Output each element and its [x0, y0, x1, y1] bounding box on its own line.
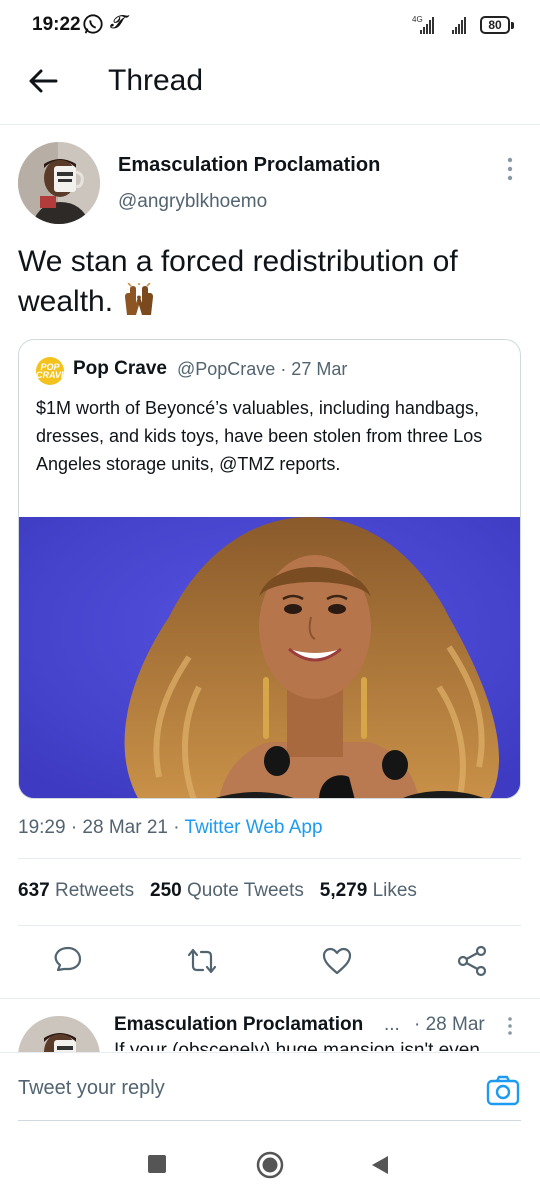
quote-tweets-count[interactable]: 250 — [150, 880, 182, 901]
quote-author-handle: @PopCrave · 27 Mar — [177, 359, 348, 379]
back-button[interactable] — [370, 1154, 390, 1176]
reply-icon[interactable] — [50, 944, 84, 978]
more-vertical-icon[interactable] — [500, 154, 520, 184]
quoted-tweet[interactable]: POP CRAVE Pop Crave @PopCrave · 27 Mar $1… — [18, 339, 521, 799]
avatar[interactable] — [18, 142, 100, 224]
quote-text: $1M worth of Beyoncé’s valuables, includ… — [36, 398, 483, 474]
status-time: 19:22 — [32, 14, 81, 35]
quote-author-name: Pop Crave — [73, 358, 167, 379]
tweet-body: We stan a forced redistribution of wealt… — [18, 245, 458, 318]
reply-date: · 28 Mar — [414, 1014, 485, 1035]
raised-hands-emoji — [125, 283, 154, 315]
tumblr-icon: 𝒯 — [110, 12, 124, 33]
quote-avatar[interactable]: POP CRAVE — [36, 357, 64, 385]
share-icon[interactable] — [455, 944, 489, 978]
whatsapp-icon — [83, 14, 103, 34]
reply-author-name[interactable]: Emasculation Proclamation — [114, 1014, 363, 1036]
retweets-label[interactable]: Retweets — [55, 880, 134, 901]
arrow-left-icon[interactable] — [26, 64, 60, 98]
reply-input[interactable]: Tweet your reply — [18, 1077, 165, 1100]
tweet-text: We stan a forced redistribution of wealt… — [18, 242, 518, 322]
divider — [0, 998, 540, 999]
status-bar: 19:22 𝒯 4G 80 — [0, 0, 540, 52]
author-handle[interactable]: @angryblkhoemo — [118, 191, 267, 213]
retweet-icon[interactable] — [185, 944, 219, 978]
tweet-source-link[interactable]: Twitter Web App — [185, 817, 323, 838]
divider — [18, 1120, 521, 1121]
tweet-stats: 637 Retweets 250 Quote Tweets 5,279 Like… — [18, 880, 417, 902]
reply-name-ellipsis: ... — [384, 1014, 400, 1035]
more-vertical-icon[interactable] — [502, 1014, 518, 1038]
home-button[interactable] — [256, 1151, 284, 1179]
retweets-count[interactable]: 637 — [18, 880, 50, 901]
recents-button[interactable] — [148, 1155, 166, 1173]
divider — [18, 925, 521, 926]
quote-avatar-text-2: CRAVE — [36, 370, 64, 380]
author-name[interactable]: Emasculation Proclamation — [118, 154, 380, 177]
divider — [18, 858, 521, 859]
tweet-meta: 19:29 · 28 Mar 21 · Twitter Web App — [18, 817, 323, 839]
battery-tip — [511, 22, 514, 29]
like-icon[interactable] — [320, 944, 354, 978]
battery-icon: 80 — [480, 16, 510, 34]
camera-icon[interactable] — [484, 1072, 522, 1110]
likes-label[interactable]: Likes — [373, 880, 417, 901]
likes-count[interactable]: 5,279 — [320, 880, 368, 901]
divider — [0, 124, 540, 125]
tweet-time-date: 19:29 · 28 Mar 21 · — [18, 817, 185, 838]
page-title: Thread — [108, 64, 204, 97]
reply-text: If your (obscenely) huge mansion isn't e… — [114, 1040, 480, 1051]
quote-tweets-label[interactable]: Quote Tweets — [187, 880, 304, 901]
svg-text:4G: 4G — [412, 15, 423, 24]
quote-image[interactable] — [19, 517, 520, 798]
